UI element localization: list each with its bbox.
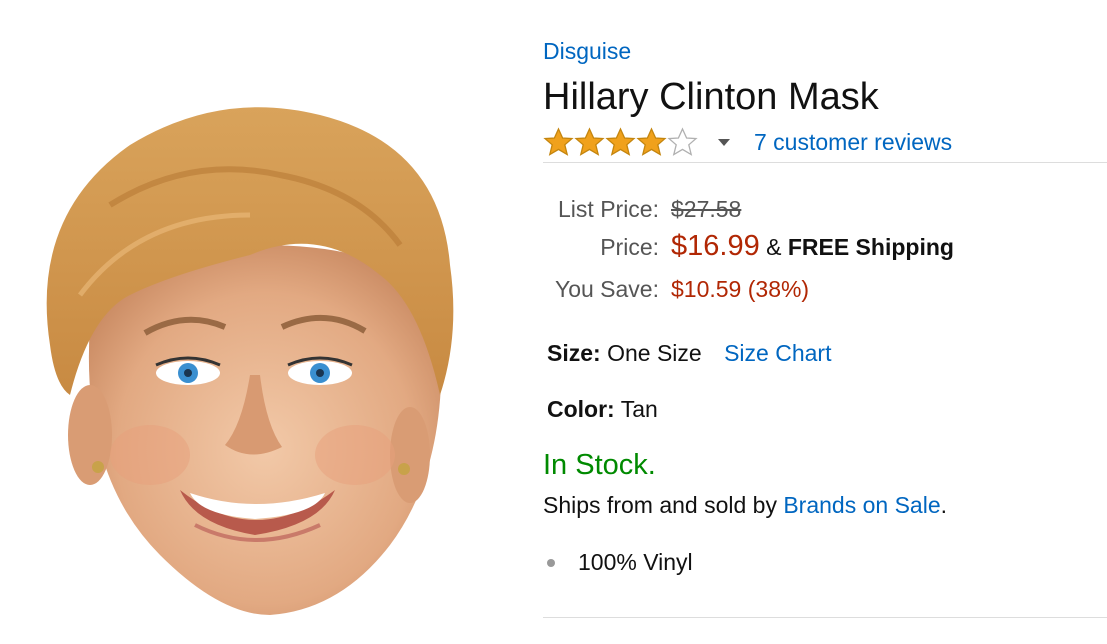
- you-save-value: $10.59 (38%): [671, 276, 810, 302]
- star-icon: [636, 126, 667, 156]
- price-row: Price: $16.99 & FREE Shipping: [543, 230, 1107, 264]
- divider: [543, 162, 1107, 163]
- divider: [543, 617, 1107, 618]
- size-chart-link[interactable]: Size Chart: [724, 340, 831, 366]
- size-label: Size:: [547, 340, 601, 366]
- feature-text: 100% Vinyl: [578, 549, 693, 575]
- ships-from-period: .: [940, 492, 948, 518]
- rating-row: 7 customer reviews: [543, 124, 952, 160]
- list-price-label: List Price:: [558, 196, 659, 222]
- star-icon: [605, 126, 636, 156]
- seller-link[interactable]: Brands on Sale: [783, 492, 940, 518]
- star-icon: [543, 126, 574, 156]
- ships-from: Ships from and sold by Brands on Sale.: [543, 492, 947, 519]
- star-icon: [667, 126, 698, 156]
- free-shipping-label: FREE Shipping: [787, 234, 954, 260]
- brand-link[interactable]: Disguise: [543, 38, 631, 65]
- product-details: Disguise Hillary Clinton Mask 7 customer…: [543, 0, 1107, 644]
- ships-from-text: Ships from and sold by: [543, 492, 777, 518]
- you-save-label: You Save:: [554, 276, 659, 302]
- mask-illustration: [46, 107, 454, 615]
- chevron-down-icon[interactable]: [718, 138, 730, 146]
- feature-bullet: 100% Vinyl: [547, 549, 693, 576]
- bullet-icon: [547, 558, 555, 567]
- product-image[interactable]: [20, 95, 480, 635]
- color-row: Color: Tan: [547, 396, 658, 423]
- you-save-row: You Save: $10.59 (38%): [543, 276, 1107, 310]
- customer-reviews-link[interactable]: 7 customer reviews: [754, 129, 952, 156]
- size-row: Size: One Size Size Chart: [547, 340, 831, 367]
- list-price-value: $27.58: [671, 196, 742, 222]
- star-icon: [574, 126, 605, 156]
- price-value-group: $16.99 & FREE Shipping: [671, 230, 954, 263]
- list-price-row: List Price: $27.58: [543, 196, 1107, 230]
- star-rating[interactable]: [543, 126, 698, 158]
- size-value: One Size: [607, 340, 702, 366]
- in-stock-status: In Stock.: [543, 449, 656, 481]
- product-title: Hillary Clinton Mask: [543, 76, 879, 118]
- sale-price: $16.99: [671, 230, 760, 262]
- price-label: Price:: [600, 234, 659, 260]
- shipping-amp: &: [766, 234, 782, 260]
- color-value: Tan: [620, 396, 658, 422]
- color-label: Color:: [547, 396, 615, 422]
